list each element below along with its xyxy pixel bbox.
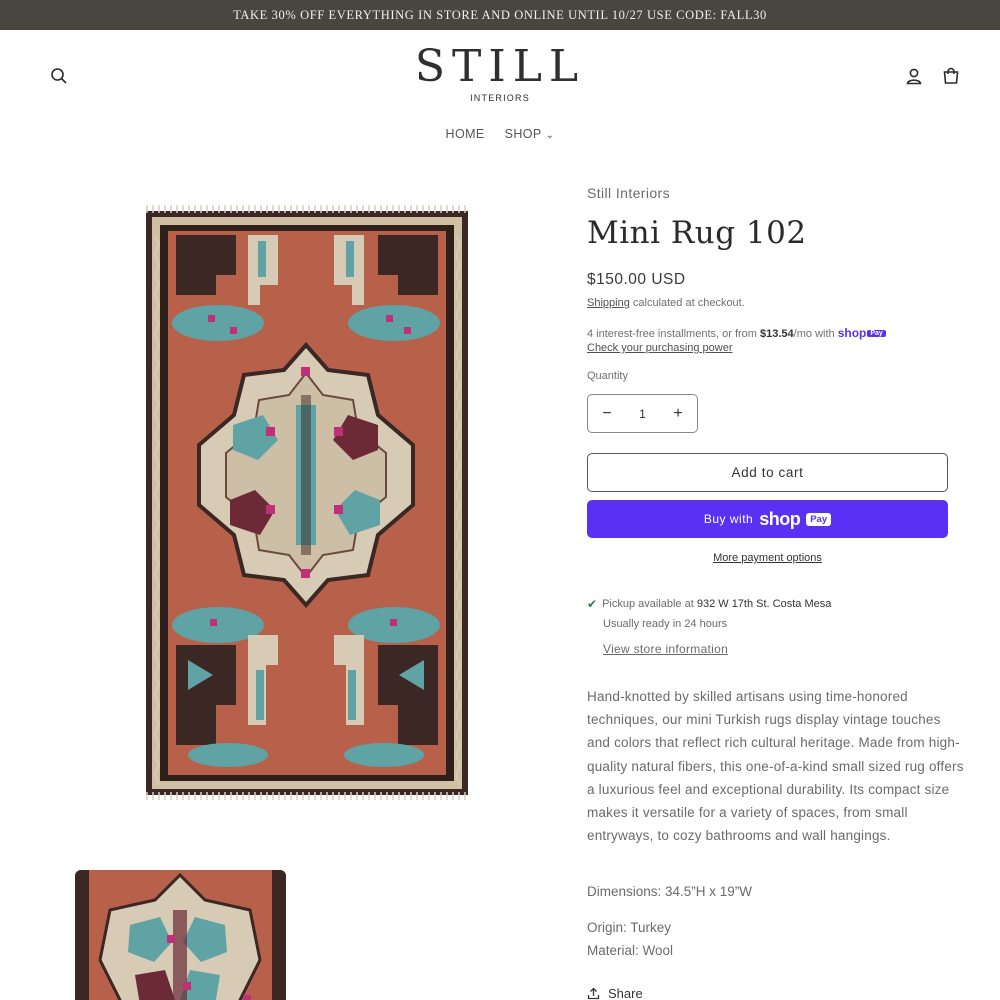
checkmark-icon: ✔ bbox=[587, 597, 598, 611]
pickup-location: 932 W 17th St. Costa Mesa bbox=[696, 598, 832, 610]
product-origin: Origin: Turkey bbox=[587, 920, 672, 935]
shipping-link[interactable]: Shipping bbox=[587, 297, 630, 309]
nav-home[interactable]: HOME bbox=[446, 127, 485, 141]
logo-wordmark: STILL bbox=[414, 41, 586, 92]
product-price: $150.00 USD bbox=[587, 271, 686, 288]
announcement-text: TAKE 30% OFF EVERYTHING IN STORE AND ONL… bbox=[233, 7, 767, 22]
pay-badge: Pay bbox=[867, 330, 886, 337]
share-icon bbox=[587, 987, 600, 1000]
cart-icon[interactable] bbox=[937, 62, 965, 90]
share-label: Share bbox=[608, 986, 643, 1000]
shop-pay-wordmark: shop bbox=[837, 326, 867, 340]
share-button[interactable]: Share bbox=[587, 986, 643, 1000]
shop-pay-logo: shop Pay bbox=[838, 326, 886, 340]
shipping-note: Shipping calculated at checkout. bbox=[587, 297, 745, 309]
view-store-information-link[interactable]: View store information bbox=[603, 642, 728, 656]
product-material: Material: Wool bbox=[587, 943, 674, 958]
installments-amount: $13.54 bbox=[760, 328, 794, 340]
nav-shop[interactable]: SHOP ⌄ bbox=[505, 127, 555, 141]
account-icon[interactable] bbox=[900, 62, 928, 90]
product-thumbnail[interactable] bbox=[75, 870, 286, 1000]
chevron-down-icon: ⌄ bbox=[545, 130, 555, 141]
quantity-stepper: − 1 + bbox=[587, 394, 698, 433]
installments-note: 4 interest-free installments, or from $1… bbox=[587, 326, 886, 340]
pickup-text: Pickup available at 932 W 17th St. Costa… bbox=[602, 598, 831, 610]
buy-with-label: Buy with bbox=[703, 512, 754, 526]
quantity-increase-button[interactable]: + bbox=[671, 405, 685, 423]
shipping-text: calculated at checkout. bbox=[629, 297, 745, 309]
nav-shop-label: SHOP bbox=[504, 127, 542, 141]
pickup-prefix: Pickup available at bbox=[602, 598, 697, 610]
product-main-image[interactable] bbox=[138, 205, 474, 800]
shop-wordmark: shop bbox=[759, 508, 801, 529]
product-title: Mini Rug 102 bbox=[587, 215, 807, 251]
pickup-ready-time: Usually ready in 24 hours bbox=[603, 618, 728, 630]
product-dimensions: Dimensions: 34.5”H x 19”W bbox=[587, 884, 753, 899]
buy-with-shop-pay-button[interactable]: Buy with shop Pay bbox=[587, 500, 948, 538]
installments-pre: 4 interest-free installments, or from bbox=[587, 328, 761, 340]
more-payment-options-link[interactable]: More payment options bbox=[587, 552, 948, 564]
main-nav: HOME SHOP ⌄ bbox=[0, 127, 1000, 141]
quantity-input[interactable]: 1 bbox=[639, 407, 646, 421]
installments-post: /mo with bbox=[793, 328, 838, 340]
purchasing-power-link[interactable]: Check your purchasing power bbox=[587, 342, 733, 354]
quantity-label: Quantity bbox=[587, 370, 628, 382]
store-logo[interactable]: STILL INTERIORS bbox=[400, 41, 600, 104]
add-to-cart-button[interactable]: Add to cart bbox=[587, 453, 948, 492]
logo-subtitle: INTERIORS bbox=[470, 93, 530, 103]
product-vendor: Still Interiors bbox=[587, 185, 671, 201]
pickup-availability: ✔ Pickup available at 932 W 17th St. Cos… bbox=[587, 597, 831, 611]
quantity-decrease-button[interactable]: − bbox=[600, 405, 614, 423]
announcement-bar: TAKE 30% OFF EVERYTHING IN STORE AND ONL… bbox=[0, 0, 1000, 30]
product-description: Hand-knotted by skilled artisans using t… bbox=[587, 689, 964, 844]
search-icon[interactable] bbox=[45, 62, 73, 90]
pay-badge: Pay bbox=[806, 512, 832, 526]
